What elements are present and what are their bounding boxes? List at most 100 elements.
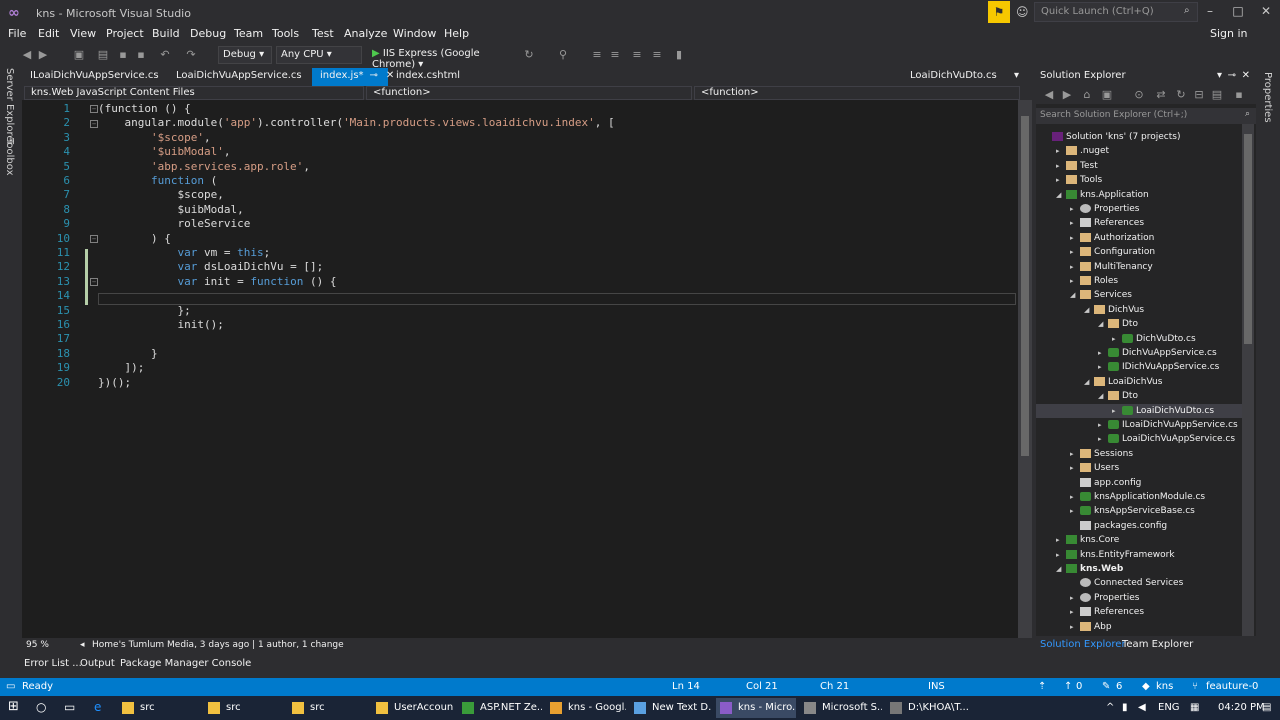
expand-toggle-icon[interactable]: ▸ [1056, 173, 1066, 187]
tree-item[interactable]: ◢ DichVus [1084, 303, 1144, 317]
taskbar-app[interactable]: UserAccoun... [372, 698, 454, 718]
solution-explorer-search[interactable]: Search Solution Explorer (Ctrl+;) ⌕ [1036, 108, 1256, 124]
tray-arrow-icon[interactable]: ^ [1106, 702, 1114, 713]
clock[interactable]: 04:20 PM [1218, 702, 1265, 713]
input-language[interactable]: ENG [1158, 702, 1180, 713]
start-debugging-button[interactable]: ▶ IIS Express (Google Chrome) ▾ [370, 46, 520, 70]
tab-index-cshtml[interactable]: index.cshtml [388, 68, 468, 86]
tab-index-js[interactable]: index.js* ⊸ ✕ [312, 68, 394, 86]
comment-icon[interactable]: ≡ [630, 48, 644, 62]
tree-item[interactable]: ▸ Abp [1070, 620, 1112, 634]
save-icon[interactable]: ▪ [116, 48, 130, 62]
tree-item[interactable]: ◢ Dto [1098, 389, 1138, 403]
minimize-button[interactable]: – [1200, 4, 1220, 18]
taskbar-app[interactable]: src [118, 698, 198, 718]
editor-scrollbar[interactable] [1018, 100, 1032, 638]
expand-toggle-icon[interactable]: ▸ [1070, 461, 1080, 475]
toolbox-tab[interactable]: Toolbox [4, 138, 15, 176]
expand-toggle-icon[interactable]: ▸ [1070, 231, 1080, 245]
solution-explorer-scrollbar[interactable] [1242, 124, 1254, 636]
publish-icon[interactable]: ⇡ [1038, 681, 1046, 692]
uncomment-icon[interactable]: ≡ [650, 48, 664, 62]
close-window-button[interactable]: ✕ [1256, 4, 1276, 18]
tree-item[interactable]: ▸ Test [1056, 159, 1098, 173]
expand-toggle-icon[interactable]: ◢ [1056, 188, 1066, 202]
task-view-icon[interactable]: ▭ [64, 700, 75, 714]
volume-icon[interactable]: ◀ [1138, 702, 1146, 713]
cortana-search-icon[interactable]: ○ [36, 700, 46, 714]
tree-item[interactable]: ▸ knsAppServiceBase.cs [1070, 504, 1195, 518]
expand-toggle-icon[interactable]: ▸ [1056, 533, 1066, 547]
collapse-all-icon[interactable]: ⊟ [1192, 88, 1206, 102]
tree-item[interactable]: Connected Services [1070, 576, 1183, 590]
pending-changes-count[interactable]: 6 [1116, 681, 1122, 692]
menu-edit[interactable]: Edit [38, 27, 59, 40]
refresh-icon[interactable]: ↻ [522, 48, 536, 62]
expand-toggle-icon[interactable]: ▸ [1098, 346, 1108, 360]
undo-icon[interactable]: ↶ [158, 48, 172, 62]
tree-item[interactable]: ◢ Services [1070, 288, 1132, 302]
maximize-button[interactable]: □ [1228, 4, 1248, 18]
taskbar-app[interactable]: ASP.NET Ze... [458, 698, 542, 718]
pin-panel-icon[interactable]: ⊸ [1228, 70, 1236, 81]
notifications-icon[interactable]: ▤ [1262, 702, 1271, 713]
expand-toggle-icon[interactable]: ▸ [1070, 216, 1080, 230]
sign-in-link[interactable]: Sign in [1210, 27, 1248, 40]
tree-item[interactable]: ▸ ILoaiDichVuAppService.cs [1098, 418, 1238, 432]
save-all-icon[interactable]: ▪ [134, 48, 148, 62]
expand-toggle-icon[interactable]: ▸ [1070, 447, 1080, 461]
tab-solution-explorer[interactable]: Solution Explorer [1040, 639, 1126, 650]
tree-item[interactable]: ▸ DichVuDto.cs [1112, 332, 1196, 346]
fold-toggle-icon[interactable]: − [90, 235, 98, 243]
tree-item[interactable]: ◢ kns.Application [1056, 188, 1149, 202]
network-icon[interactable]: ▮ [1122, 702, 1128, 713]
expand-toggle-icon[interactable]: ▸ [1056, 159, 1066, 173]
expand-toggle-icon[interactable]: ▸ [1056, 548, 1066, 562]
taskbar-app[interactable]: src [204, 698, 284, 718]
tab-list-dropdown-icon[interactable]: ▾ [1012, 68, 1021, 86]
tree-item[interactable]: ▸ DichVuAppService.cs [1098, 346, 1217, 360]
bookmark-icon[interactable]: ▮ [672, 48, 686, 62]
fold-toggle-icon[interactable]: − [90, 278, 98, 286]
tree-item[interactable]: ▸ Properties [1070, 202, 1139, 216]
tree-item[interactable]: ▸ MultiTenancy [1070, 260, 1153, 274]
tab-package-manager-console[interactable]: Package Manager Console [120, 658, 251, 669]
expand-toggle-icon[interactable]: ▸ [1070, 591, 1080, 605]
expand-toggle-icon[interactable]: ▸ [1112, 404, 1122, 418]
tree-item[interactable]: ▸ References [1070, 216, 1144, 230]
expand-toggle-icon[interactable]: ▸ [1070, 490, 1080, 504]
tree-item[interactable]: ▸ LoaiDichVuAppService.cs [1098, 432, 1235, 446]
taskbar-app[interactable]: Microsoft S... [800, 698, 882, 718]
tree-item[interactable]: ▸ Sessions [1070, 447, 1133, 461]
tab-error-list[interactable]: Error List ... [24, 658, 82, 669]
tab-output[interactable]: Output [80, 658, 115, 669]
expand-toggle-icon[interactable]: ▸ [1070, 274, 1080, 288]
menu-help[interactable]: Help [444, 27, 469, 40]
expand-toggle-icon[interactable]: ▸ [1098, 418, 1108, 432]
fold-toggle-icon[interactable]: − [90, 120, 98, 128]
tree-item[interactable]: ◢ kns.Web [1056, 562, 1123, 576]
menu-analyze[interactable]: Analyze [344, 27, 387, 40]
taskbar-app[interactable]: New Text D... [630, 698, 712, 718]
show-all-files-icon[interactable]: ▤ [1210, 88, 1224, 102]
taskbar-app[interactable]: D:\KHOA\T... [886, 698, 970, 718]
expand-toggle-icon[interactable]: ◢ [1056, 562, 1066, 576]
close-panel-icon[interactable]: ✕ [1242, 70, 1250, 81]
expand-toggle-icon[interactable]: ▸ [1070, 202, 1080, 216]
quick-launch-input[interactable]: Quick Launch (Ctrl+Q) [1034, 2, 1198, 22]
unpushed-count[interactable]: 0 [1076, 681, 1082, 692]
expand-toggle-icon[interactable]: ◢ [1070, 288, 1080, 302]
edge-browser-icon[interactable]: e [94, 700, 101, 714]
align-right-icon[interactable]: ≡ [608, 48, 622, 62]
back-icon[interactable]: ◀ [20, 48, 34, 62]
tree-item[interactable]: ▸ Roles [1070, 274, 1118, 288]
tree-item[interactable]: ▸ kns.Core [1056, 533, 1119, 547]
sync-icon[interactable]: ⇄ [1154, 88, 1168, 102]
tree-item[interactable]: ▸ .nuget [1056, 144, 1109, 158]
project-select[interactable]: kns.Web JavaScript Content Files [24, 86, 364, 100]
tab-loaidichvudto[interactable]: LoaiDichVuDto.cs [902, 68, 1005, 86]
branch-name[interactable]: feauture-0 [1206, 681, 1258, 692]
repository-name[interactable]: kns [1156, 681, 1173, 692]
forward-icon[interactable]: ▶ [36, 48, 50, 62]
tree-item[interactable]: ◢ Dto [1098, 317, 1138, 331]
